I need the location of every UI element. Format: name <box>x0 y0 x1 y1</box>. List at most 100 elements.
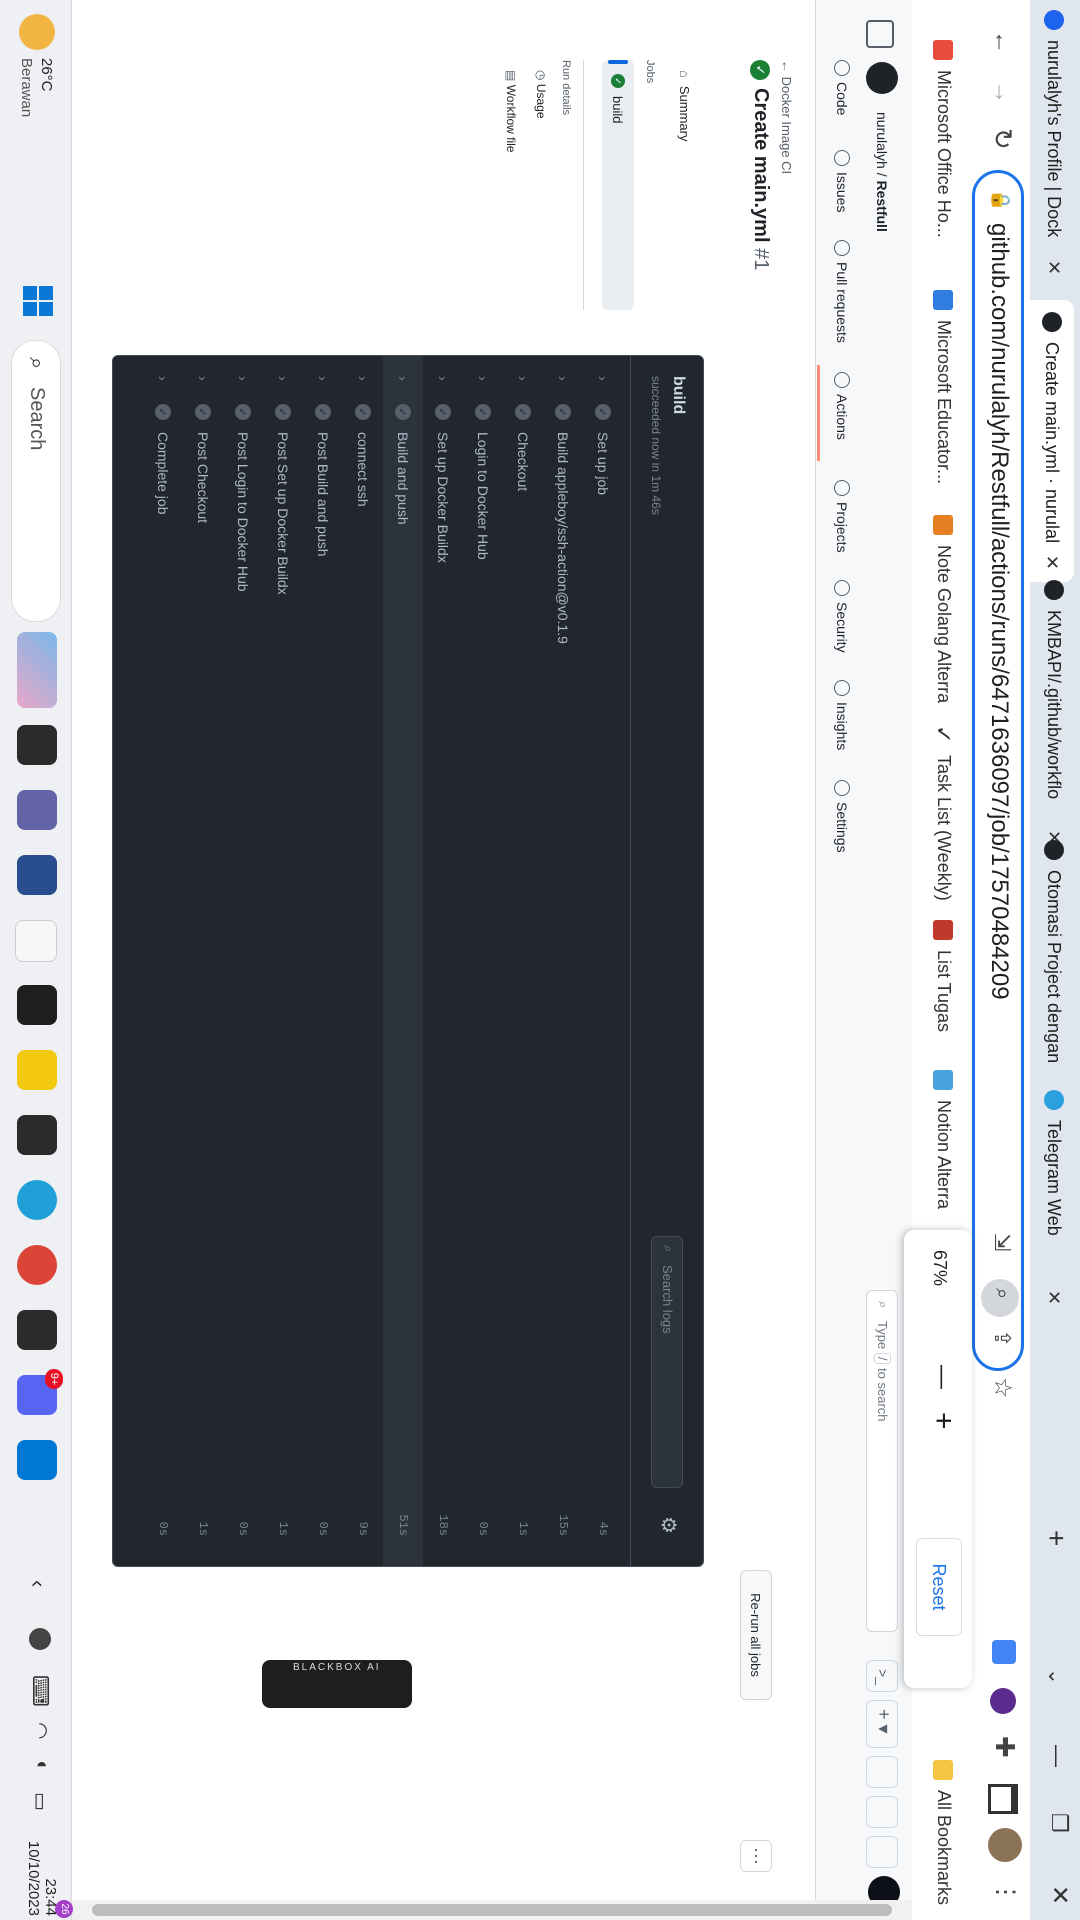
tab-docker-profile[interactable]: nurulalyh's Profile | Dock ✕ <box>1034 10 1074 275</box>
close-icon[interactable]: ✕ <box>1044 260 1065 275</box>
rerun-all-jobs-button[interactable]: Re-run all jobs <box>740 1570 772 1700</box>
nav-settings[interactable]: Settings <box>834 780 850 853</box>
extension-icon[interactable] <box>992 1640 1016 1664</box>
zoom-icon[interactable]: ⌕ <box>981 1279 1019 1317</box>
sidebar-panel-icon[interactable] <box>988 1784 1018 1814</box>
job-build-link[interactable]: ✓ build <box>602 60 634 310</box>
step-row[interactable]: › ✓ Post Login to Docker Hub 0s <box>223 356 263 1566</box>
bookmark-notion-alterra[interactable]: Notion Alterra <box>933 1070 954 1209</box>
install-app-icon[interactable]: ⇲ <box>989 1233 1015 1251</box>
tab-kmbapi[interactable]: KMBAPI/.github/workflo ✕ <box>1034 580 1074 845</box>
extension-purple-icon[interactable] <box>990 1688 1016 1714</box>
kebab-menu-icon[interactable]: ⋮ <box>991 1880 1020 1904</box>
battery-icon[interactable]: ▭ <box>28 1792 53 1811</box>
step-row[interactable]: › ✓ connect ssh 9s <box>343 356 383 1566</box>
all-bookmarks[interactable]: All Bookmarks <box>933 1760 954 1905</box>
bookmark-list-tugas[interactable]: List Tugas <box>933 920 954 1032</box>
reload-icon[interactable]: ↻ <box>987 128 1018 150</box>
restore-icon[interactable]: ❐ <box>1046 1813 1072 1833</box>
zoom-in-button[interactable]: + <box>926 1412 960 1430</box>
create-new-icon[interactable]: + ▾ <box>866 1700 898 1748</box>
close-icon[interactable]: ✕ <box>1044 1290 1065 1305</box>
vertical-scrollbar[interactable] <box>72 1900 912 1920</box>
share-icon[interactable]: ⇪ <box>989 1329 1015 1347</box>
notification-badge[interactable]: 26 <box>55 1900 73 1918</box>
search-logs-input[interactable]: ⌕ Search logs <box>651 1236 683 1488</box>
owner-link[interactable]: nurulalyh <box>874 112 890 169</box>
keyboard-icon[interactable]: ⌨ <box>27 1675 53 1707</box>
step-row[interactable]: › ✓ Post Set up Docker Buildx 1s <box>263 356 303 1566</box>
workflow-file-link[interactable]: ▤ Workflow file <box>504 70 518 152</box>
taskbar-copilot-icon[interactable] <box>17 632 57 708</box>
taskbar-vscode-icon[interactable] <box>17 1440 57 1480</box>
taskbar-git-icon[interactable] <box>17 1310 57 1350</box>
taskbar-search[interactable]: ⌕ Search <box>11 340 61 622</box>
repo-link[interactable]: Restfull <box>874 181 890 232</box>
new-tab-button[interactable]: + <box>1040 1530 1072 1546</box>
close-icon[interactable]: ✕ <box>1042 555 1063 570</box>
nav-security[interactable]: Security <box>834 580 850 653</box>
back-arrow-icon[interactable]: ← <box>988 30 1016 54</box>
taskbar-chrome-icon[interactable] <box>17 1245 57 1285</box>
taskbar-discord-icon[interactable]: 9+ <box>17 1369 63 1415</box>
scrollbar-thumb[interactable] <box>92 1904 892 1916</box>
bookmark-ms-educator[interactable]: Microsoft Educator... <box>933 290 954 484</box>
gear-icon[interactable]: ⚙ <box>656 1516 681 1534</box>
step-row[interactable]: › ✓ Set up job 4s <box>583 356 623 1566</box>
taskbar-file-explorer-icon[interactable] <box>17 1050 57 1090</box>
taskbar-dropbox-icon[interactable] <box>17 985 57 1025</box>
blackbox-widget[interactable]: BLACKBOX AI <box>262 1660 412 1708</box>
step-row[interactable]: › ✓ Checkout 1s <box>503 356 543 1566</box>
close-window-icon[interactable]: ✕ <box>1045 1885 1074 1905</box>
address-bar[interactable]: 🔒 github.com/nurulalyh/Restfull/actions/… <box>972 170 1024 1399</box>
weather-widget[interactable]: 26°C Berawan <box>9 14 61 174</box>
tab-telegram[interactable]: Telegram Web ✕ <box>1034 1090 1074 1305</box>
taskbar-store-icon[interactable] <box>17 855 57 895</box>
tab-otomasi[interactable]: Otomasi Project dengan ✕ <box>1034 840 1074 1105</box>
pull-requests-icon[interactable] <box>866 1796 898 1828</box>
command-palette-icon[interactable]: >_ <box>866 1660 898 1692</box>
back-to-workflow[interactable]: ← Docker Image CI <box>779 60 794 174</box>
zoom-reset-button[interactable]: Reset <box>916 1538 962 1636</box>
start-button[interactable] <box>13 278 61 326</box>
bookmark-office-home[interactable]: Microsoft Office Ho... <box>933 40 954 238</box>
more-options-button[interactable]: ⋯ <box>740 1840 772 1872</box>
nav-issues[interactable]: Issues <box>834 150 850 212</box>
taskbar-task-view-icon[interactable] <box>17 725 57 765</box>
bookmark-task-list[interactable]: ✓ Task List (Weekly) <box>932 725 957 901</box>
step-row[interactable]: › ✓ Complete job 0s <box>143 356 183 1566</box>
avatar[interactable] <box>988 1828 1022 1862</box>
hamburger-icon[interactable] <box>866 20 894 48</box>
clock[interactable]: 23:44 10/10/2023 <box>25 1826 59 1916</box>
step-row[interactable]: › ✓ Build appleboy/ssh-action@v0.1.9 15s <box>543 356 583 1566</box>
url-text[interactable]: github.com/nurulalyh/Restfull/actions/ru… <box>985 223 1013 1000</box>
nav-insights[interactable]: Insights <box>834 680 850 750</box>
taskbar-a-app-icon[interactable] <box>15 920 57 962</box>
nav-pull-requests[interactable]: Pull requests <box>834 240 850 343</box>
tray-app-icon[interactable] <box>29 1628 51 1650</box>
minimize-icon[interactable]: — <box>1044 1745 1070 1767</box>
forward-arrow-icon[interactable]: → <box>988 80 1016 104</box>
github-logo-icon[interactable] <box>866 62 898 94</box>
volume-icon[interactable]: ◖ <box>30 1758 53 1770</box>
step-row[interactable]: › ✓ Set up Docker Buildx 18s <box>423 356 463 1566</box>
summary-link[interactable]: ⌂ Summary <box>668 60 702 310</box>
nav-code[interactable]: Code <box>834 60 850 115</box>
taskbar-teams-icon[interactable] <box>17 790 57 830</box>
nav-actions[interactable]: Actions <box>834 372 850 440</box>
wifi-icon[interactable]: ◠ <box>28 1722 53 1739</box>
usage-link[interactable]: ◷ Usage <box>534 70 548 119</box>
tab-create-main-yml[interactable]: Create main.yml · nurulal ✕ <box>1030 300 1074 582</box>
step-row[interactable]: › ✓ Login to Docker Hub 0s <box>463 356 503 1566</box>
step-row[interactable]: › ✓ Build and push 51s <box>383 356 423 1566</box>
taskbar-sticky-notes-icon[interactable] <box>17 1115 57 1155</box>
step-row[interactable]: › ✓ Post Checkout 1s <box>183 356 223 1566</box>
nav-projects[interactable]: Projects <box>834 480 850 553</box>
inbox-icon[interactable] <box>866 1836 898 1868</box>
zoom-out-button[interactable]: — <box>928 1365 956 1389</box>
taskbar-edge-icon[interactable] <box>17 1180 57 1220</box>
bookmark-note-golang[interactable]: Note Golang Alterra <box>933 515 954 703</box>
bookmark-star-icon[interactable]: ☆ <box>988 1377 1017 1399</box>
tray-chevron-icon[interactable]: ‹ <box>25 1580 51 1587</box>
step-row[interactable]: › ✓ Post Build and push 0s <box>303 356 343 1566</box>
